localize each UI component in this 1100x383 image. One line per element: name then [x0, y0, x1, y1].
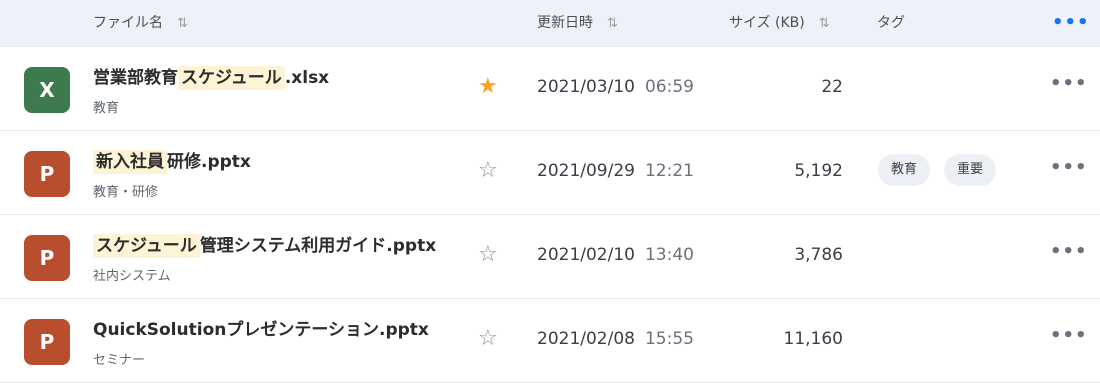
file-name-text: 営業部教育: [93, 68, 178, 88]
powerpoint-file-icon: P: [24, 319, 70, 365]
file-table: ファイル名 ⇅ 更新日時 ⇅ サイズ (KB) ⇅ タグ ••• X 営業部教育 スケジュ…: [0, 0, 1100, 383]
powerpoint-file-icon: P: [24, 235, 70, 281]
file-size: 22: [821, 77, 843, 97]
row-more-icon[interactable]: •••: [1050, 325, 1088, 346]
star-outline-icon[interactable]: ☆: [478, 327, 498, 351]
file-name[interactable]: スケジュール 管理システム利用ガイド.pptx: [93, 231, 437, 258]
row-more-icon[interactable]: •••: [1050, 157, 1088, 178]
file-category: セミナー: [93, 353, 146, 368]
file-name-highlight: 新入社員: [93, 150, 167, 174]
column-settings-more-icon[interactable]: •••: [1052, 0, 1090, 46]
file-name-highlight: スケジュール: [93, 234, 200, 258]
updated-date: 2021/03/10: [537, 77, 635, 97]
star-outline-icon[interactable]: ☆: [478, 159, 498, 183]
updated-datetime: 2021/02/10 13:40: [537, 245, 694, 265]
file-name-text: 管理システム利用ガイド.pptx: [199, 236, 437, 256]
updated-datetime: 2021/03/10 06:59: [537, 77, 694, 97]
powerpoint-file-icon: P: [24, 151, 70, 197]
updated-time: 13:40: [644, 245, 694, 265]
file-name[interactable]: 営業部教育 スケジュール .xlsx: [93, 63, 330, 90]
excel-file-icon: X: [24, 67, 70, 113]
table-row[interactable]: P スケジュール 管理システム利用ガイド.pptx 社内システム ☆ 2021/02/10…: [0, 215, 1100, 299]
file-name[interactable]: 新入社員 研修.pptx: [93, 147, 251, 174]
star-outline-icon[interactable]: ☆: [478, 243, 498, 267]
updated-date: 2021/02/10: [537, 245, 635, 265]
row-more-icon[interactable]: •••: [1050, 241, 1088, 262]
tag-chip[interactable]: 教育: [878, 154, 931, 186]
file-name-text: QuickSolutionプレゼンテーション.pptx: [93, 320, 429, 340]
star-filled-icon[interactable]: ★: [478, 75, 498, 99]
sort-icon[interactable]: ⇅: [607, 16, 618, 31]
file-size: 3,786: [794, 245, 843, 265]
table-row[interactable]: P QuickSolutionプレゼンテーション.pptx セミナー ☆ 2021/02…: [0, 299, 1100, 383]
table-header: ファイル名 ⇅ 更新日時 ⇅ サイズ (KB) ⇅ タグ •••: [0, 0, 1100, 47]
updated-date: 2021/09/29: [537, 161, 635, 181]
updated-date: 2021/02/08: [537, 329, 635, 349]
column-header-updated[interactable]: 更新日時 ⇅: [537, 0, 618, 46]
file-name-highlight: スケジュール: [178, 66, 285, 90]
table-row[interactable]: X 営業部教育 スケジュール .xlsx 教育 ★ 2021/03/10 06:59 22 •••: [0, 47, 1100, 131]
column-header-filename[interactable]: ファイル名 ⇅: [93, 0, 188, 46]
updated-time: 06:59: [644, 77, 694, 97]
file-category: 社内システム: [93, 269, 171, 284]
sort-icon[interactable]: ⇅: [177, 16, 188, 31]
column-header-size[interactable]: サイズ (KB) ⇅: [729, 0, 830, 46]
sort-icon[interactable]: ⇅: [819, 16, 830, 31]
updated-datetime: 2021/02/08 15:55: [537, 329, 694, 349]
file-size: 5,192: [794, 161, 843, 181]
column-filename-label: ファイル名: [93, 15, 163, 31]
file-category: 教育・研修: [93, 185, 159, 200]
column-updated-label: 更新日時: [537, 15, 593, 31]
updated-time: 12:21: [644, 161, 694, 181]
file-name-text: 研修.pptx: [167, 152, 251, 172]
updated-time: 15:55: [644, 329, 694, 349]
column-size-label: サイズ (KB): [729, 15, 805, 31]
file-name[interactable]: QuickSolutionプレゼンテーション.pptx: [93, 315, 429, 340]
tag-chip[interactable]: 重要: [944, 154, 997, 186]
column-tags-label: タグ: [877, 15, 905, 31]
file-name-text: .xlsx: [284, 68, 330, 88]
updated-datetime: 2021/09/29 12:21: [537, 161, 694, 181]
row-more-icon[interactable]: •••: [1050, 73, 1088, 94]
column-header-tags: タグ: [877, 0, 905, 46]
file-size: 11,160: [783, 329, 843, 349]
file-category: 教育: [93, 101, 120, 116]
table-row[interactable]: P 新入社員 研修.pptx 教育・研修 ☆ 2021/09/29 12:21 5,192 教育…: [0, 131, 1100, 215]
